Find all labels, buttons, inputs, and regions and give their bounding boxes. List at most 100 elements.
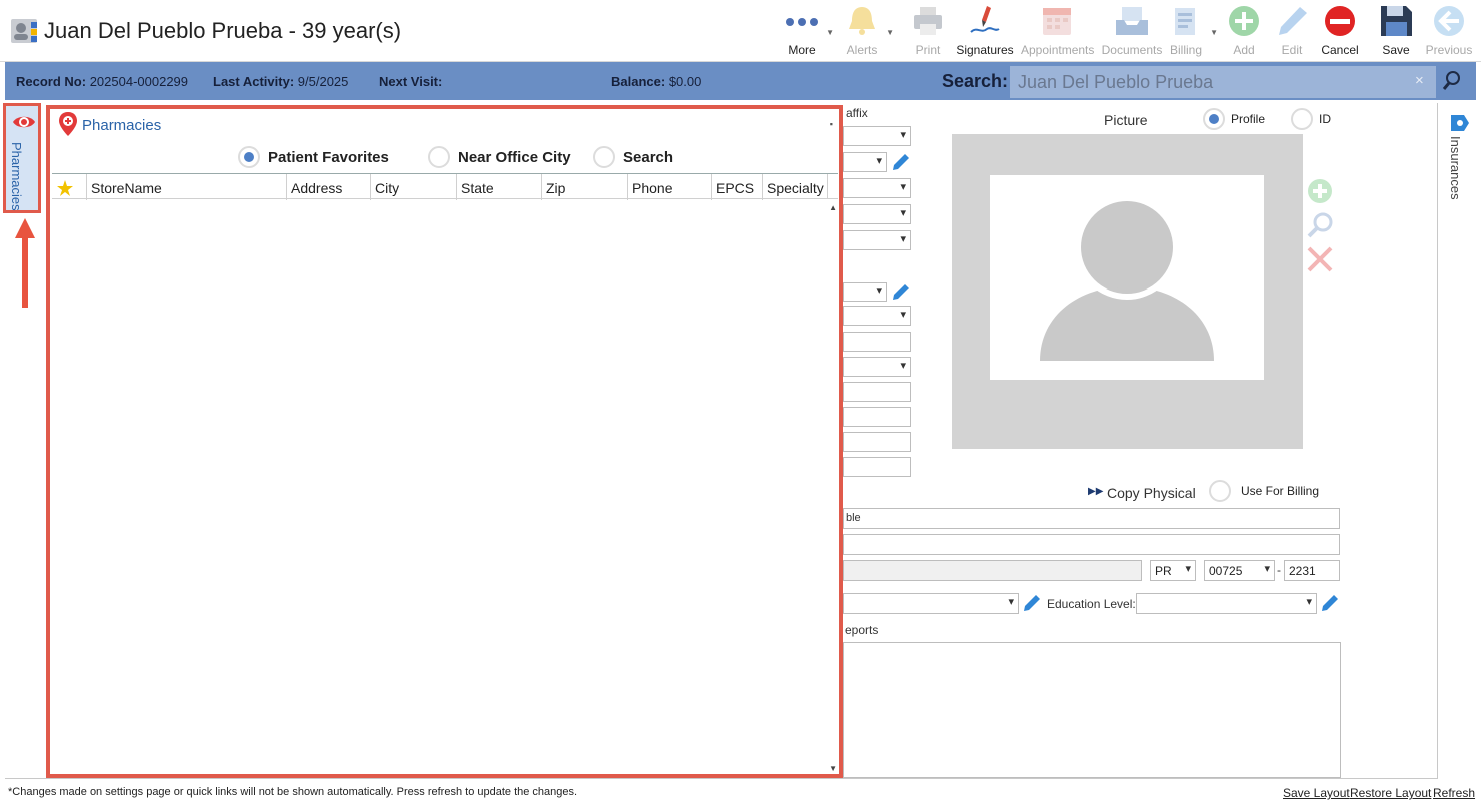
form-field-10[interactable] (843, 382, 911, 402)
zip-select[interactable]: 00725 (1204, 560, 1275, 581)
form-field-11[interactable] (843, 407, 911, 427)
zip-extension-value: 2231 (1289, 564, 1316, 578)
form-select-9[interactable] (843, 357, 911, 377)
zip-extension-field[interactable]: 2231 (1284, 560, 1340, 581)
patient-favorites-label: Patient Favorites (268, 149, 389, 166)
delete-picture-icon[interactable] (1305, 244, 1335, 274)
radio-dot (428, 146, 450, 168)
form-select-ethnicity[interactable] (843, 593, 1019, 614)
tab-pharmacies-label: Pharmacies (9, 142, 24, 211)
pencil-icon[interactable] (891, 282, 911, 302)
balance: Balance: $0.00 (611, 74, 701, 89)
search-input[interactable] (1010, 66, 1436, 98)
printer-icon (914, 7, 942, 35)
radio-dot (238, 146, 260, 168)
column-header-city[interactable]: City (371, 174, 457, 200)
signatures-button[interactable]: Signatures (955, 4, 1015, 60)
zoom-picture-icon[interactable] (1305, 210, 1335, 240)
pencil-icon (1279, 7, 1307, 35)
back-arrow-icon (1434, 6, 1464, 36)
favorite-star-column[interactable] (52, 174, 87, 200)
form-select-7[interactable] (843, 306, 911, 326)
activity-value: 9/5/2025 (297, 74, 349, 89)
bottom-divider (5, 778, 1437, 779)
restore-layout-link[interactable]: Restore Layout (1350, 786, 1431, 800)
pencil-icon[interactable] (891, 152, 911, 172)
appointments-button[interactable]: Appointments (1021, 4, 1094, 60)
form-field-8[interactable] (843, 332, 911, 352)
pin-icon[interactable]: ▪ (830, 119, 833, 129)
add-picture-icon[interactable] (1305, 178, 1335, 204)
suffix-select[interactable] (843, 126, 911, 146)
radio-dot (1203, 108, 1225, 130)
pharmacies-panel: Pharmacies ▪ Patient Favorites Near Offi… (46, 105, 843, 778)
address-line-1-value: ble (846, 512, 861, 524)
state-value: PR (1155, 564, 1172, 578)
avatar-placeholder-icon (1040, 194, 1214, 361)
address-line-1-field[interactable]: ble (843, 508, 1340, 529)
patient-title: Juan Del Pueblo Prueba - 39 year(s) (44, 18, 402, 43)
search-icon[interactable] (1441, 68, 1463, 94)
column-header-epcs[interactable]: EPCS (712, 174, 763, 200)
scroll-up-icon[interactable]: ▲ (829, 203, 837, 212)
billing-button[interactable]: ▼ Billing (1156, 4, 1218, 60)
footer-note: *Changes made on settings page or quick … (8, 786, 578, 798)
state-select[interactable]: PR (1150, 560, 1196, 581)
map-pin-icon (59, 112, 77, 136)
add-circle-icon (1229, 6, 1259, 36)
next-visit-label: Next Visit: (379, 74, 443, 89)
pencil-icon[interactable] (1320, 593, 1340, 613)
signatures-label: Signatures (956, 43, 1014, 57)
floppy-disk-icon (1381, 6, 1412, 36)
form-field-13[interactable] (843, 457, 911, 477)
form-select-4[interactable] (843, 204, 911, 224)
search-radio-label: Search (623, 149, 674, 166)
star-icon (57, 180, 73, 196)
notes-textarea[interactable] (843, 642, 1341, 778)
education-level-select[interactable] (1136, 593, 1317, 614)
pharmacies-grid-header: StoreName Address City State Zip Phone E… (52, 173, 838, 200)
pharmacies-title: Pharmacies (82, 117, 162, 134)
column-header-zip[interactable]: Zip (542, 174, 628, 200)
refresh-link[interactable]: Refresh (1433, 786, 1475, 800)
form-select-6[interactable] (843, 282, 887, 302)
more-dots-icon (786, 18, 818, 26)
radio-dot (593, 146, 615, 168)
previous-button[interactable]: Previous (1419, 4, 1479, 60)
form-select-3[interactable] (843, 178, 911, 198)
calendar-icon (1043, 8, 1071, 35)
grid-scrollbar[interactable] (827, 199, 839, 774)
column-header-address[interactable]: Address (287, 174, 371, 200)
column-header-storename[interactable]: StoreName (87, 174, 287, 200)
scroll-down-icon[interactable]: ▼ (829, 764, 837, 773)
save-layout-link[interactable]: Save Layout (1283, 786, 1350, 800)
alerts-button[interactable]: ▼ Alerts (832, 4, 894, 60)
last-activity: Last Activity: 9/5/2025 (213, 74, 348, 89)
column-header-state[interactable]: State (457, 174, 542, 200)
near-office-city-label: Near Office City (458, 149, 571, 166)
tab-insurances[interactable]: Insurances (1448, 136, 1463, 200)
balance-label: Balance: (611, 74, 666, 89)
appointments-label: Appointments (1021, 43, 1095, 57)
document-tray-icon (1116, 7, 1148, 35)
address-line-2-field[interactable] (843, 534, 1340, 555)
tab-pharmacies[interactable]: Pharmacies (3, 103, 41, 213)
column-header-phone[interactable]: Phone (628, 174, 712, 200)
activity-label: Last Activity: (213, 74, 295, 89)
education-level-label: Education Level: (1047, 597, 1136, 611)
pencil-icon[interactable] (1022, 593, 1042, 613)
city-field (843, 560, 1142, 581)
form-select-5[interactable] (843, 230, 911, 250)
clear-search-icon[interactable]: × (1415, 72, 1424, 89)
column-header-specialty[interactable]: Specialty (763, 174, 828, 200)
chevron-down-icon: ▼ (886, 28, 894, 37)
form-select-2[interactable] (843, 152, 887, 172)
insurance-tag-icon[interactable] (1447, 112, 1471, 134)
eye-icon (13, 116, 35, 128)
form-field-12[interactable] (843, 432, 911, 452)
signature-pen-icon (970, 6, 1000, 33)
more-button[interactable]: ▼ More (772, 4, 834, 60)
bell-icon (849, 7, 875, 35)
patient-card-icon (11, 19, 37, 43)
copy-physical-button[interactable]: Copy Physical (1107, 485, 1196, 501)
